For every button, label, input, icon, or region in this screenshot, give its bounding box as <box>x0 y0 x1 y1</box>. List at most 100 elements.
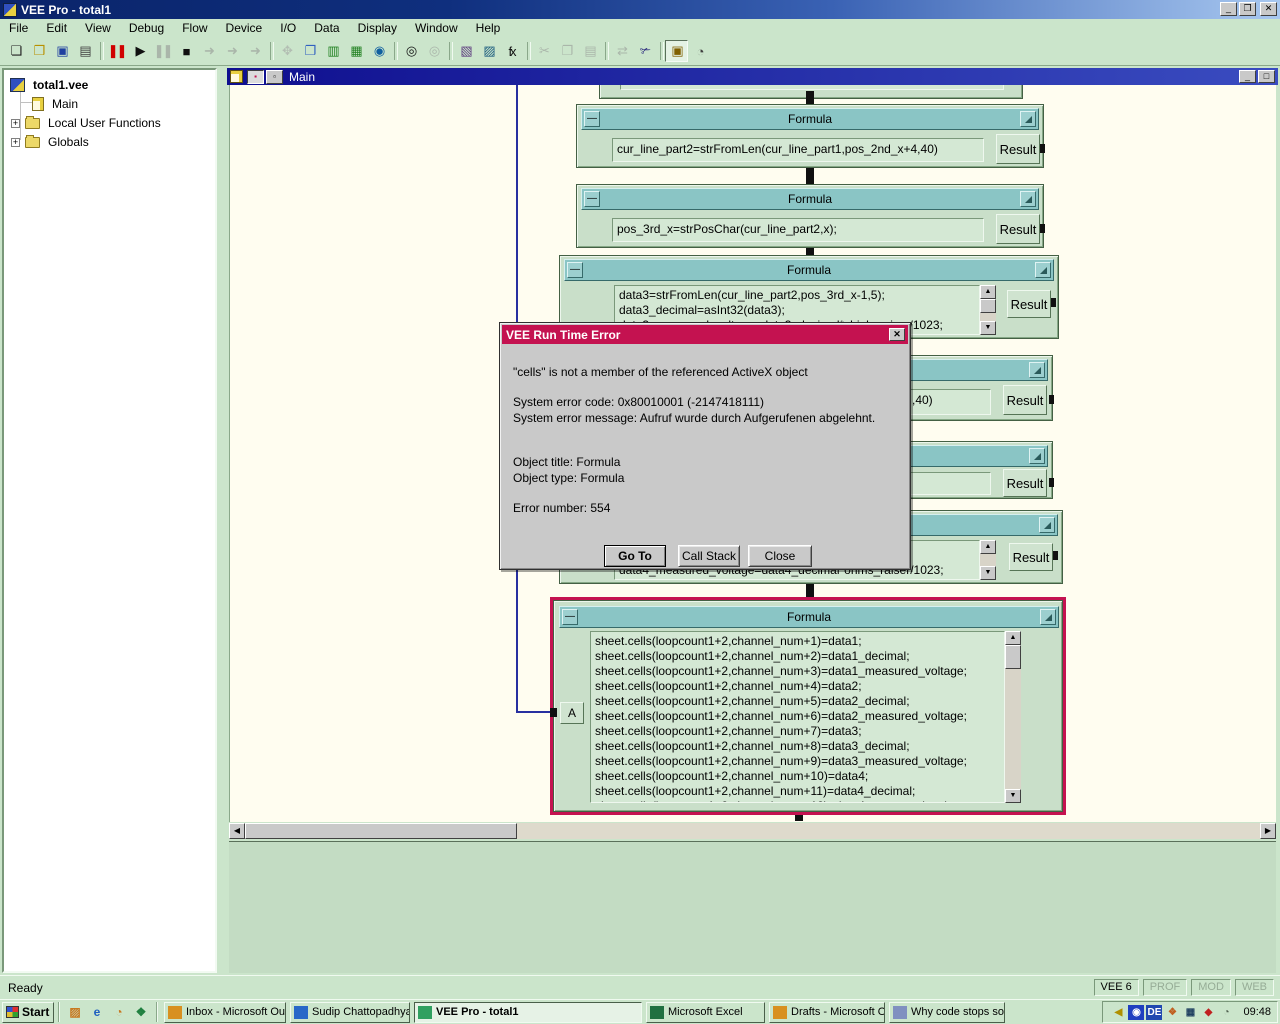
formula-titlebar[interactable]: Formula — <box>581 188 1039 210</box>
menu-item[interactable]: I/O <box>271 19 305 37</box>
scroll-up-icon[interactable]: ▲ <box>980 285 996 299</box>
network-icon[interactable]: ❖ <box>1164 1005 1180 1020</box>
pan-hand-icon[interactable]: ✥ <box>275 40 298 62</box>
detail-view-button[interactable]: ▪ <box>247 70 264 84</box>
delete-objects-icon[interactable]: ✃ <box>633 40 656 62</box>
properties-icon[interactable]: ▧ <box>454 40 477 62</box>
formula-titlebar[interactable]: Formula — <box>581 108 1039 130</box>
start-button[interactable]: Start <box>2 1002 54 1023</box>
scroll-down-icon[interactable]: ▼ <box>1005 789 1021 803</box>
scroll-thumb[interactable] <box>245 823 517 839</box>
tree-item-main[interactable]: Main <box>32 95 78 113</box>
function-builder-icon[interactable]: fx <box>500 40 523 62</box>
run-icon[interactable]: ▶ <box>128 40 151 62</box>
program-canvas[interactable]: Formula — cur_line_part2=strFromLen(cur_… <box>229 85 1276 822</box>
canvas-horizontal-scrollbar[interactable]: ◀ ▶ <box>229 823 1276 839</box>
mdi-maximize-button[interactable]: □ <box>1258 70 1275 83</box>
stop-icon[interactable]: ■ <box>174 40 197 62</box>
formula-box-sheet-cells[interactable]: Formula — A sheet.cells(loopcount1+2,cha… <box>553 600 1063 812</box>
step-over-icon[interactable]: ➜ <box>220 40 243 62</box>
scheduler-icon[interactable]: ▦ <box>1182 1005 1198 1020</box>
clock-quicklaunch-icon[interactable]: ◔ <box>110 1003 128 1021</box>
scroll-left-icon[interactable]: ◀ <box>229 823 245 839</box>
instrument-manager-icon[interactable]: ▨ <box>477 40 500 62</box>
minimize-box-icon[interactable]: — <box>584 111 600 127</box>
timer-icon[interactable]: ◔ <box>688 40 711 62</box>
dialog-close-icon[interactable]: ✕ <box>889 328 905 341</box>
step-out-icon[interactable]: ➜ <box>243 40 266 62</box>
scroll-down-icon[interactable]: ▼ <box>980 566 996 580</box>
outlook-quicklaunch-icon[interactable]: ▨ <box>66 1003 84 1021</box>
tree-root[interactable]: total1.vee <box>10 76 88 94</box>
print-icon[interactable]: ▤ <box>73 40 96 62</box>
close-button[interactable]: ✕ <box>1260 2 1277 16</box>
ie-quicklaunch-icon[interactable]: e <box>88 1003 106 1021</box>
vertical-scrollbar[interactable]: ▲ ▼ <box>980 285 996 335</box>
language-indicator-de[interactable]: DE <box>1146 1005 1162 1020</box>
scroll-thumb[interactable] <box>980 299 996 313</box>
task-button[interactable]: Drafts - Microsoft Outlook <box>769 1002 885 1023</box>
input-terminal-a[interactable]: A <box>560 702 584 724</box>
resize-box-icon[interactable] <box>1039 517 1055 533</box>
io-config-icon[interactable]: ▥ <box>321 40 344 62</box>
tree-item-globals[interactable]: + Globals <box>11 133 89 151</box>
result-terminal[interactable]: Result <box>1003 385 1047 415</box>
pause-icon[interactable]: ❚❚ <box>151 40 174 62</box>
task-button[interactable]: Why code stops someti... <box>889 1002 1005 1023</box>
formula-code-area[interactable]: sheet.cells(loopcount1+2,channel_num+1)=… <box>590 631 1005 803</box>
result-terminal[interactable]: Result <box>996 214 1040 244</box>
halt-icon[interactable]: ❚❚ <box>105 40 128 62</box>
panel-view-button[interactable]: ▫ <box>266 70 283 84</box>
io-device-icon[interactable]: ▦ <box>344 40 367 62</box>
task-button[interactable]: Microsoft Excel <box>646 1002 765 1023</box>
menu-item[interactable]: Flow <box>173 19 216 37</box>
close-button[interactable]: Close <box>748 545 812 567</box>
av-monitor-icon[interactable]: ◉ <box>1128 1005 1144 1020</box>
step-into-icon[interactable]: ➜ <box>197 40 220 62</box>
formula-box-cur-line-part2[interactable]: Formula — cur_line_part2=strFromLen(cur_… <box>576 104 1044 168</box>
result-terminal[interactable]: Result <box>1007 290 1051 318</box>
find-icon[interactable]: ◎ <box>399 40 422 62</box>
formula-box-pos-3rd-x[interactable]: Formula — pos_3rd_x=strPosChar(cur_line_… <box>576 184 1044 248</box>
result-terminal[interactable]: Result <box>996 134 1040 164</box>
tree-item-local-user-functions[interactable]: + Local User Functions <box>11 114 161 132</box>
volume-icon[interactable]: ◀ <box>1110 1005 1126 1020</box>
resize-box-icon[interactable] <box>1035 262 1051 278</box>
formula-titlebar[interactable]: Formula — <box>559 606 1059 628</box>
formula-expression-field[interactable]: pos_3rd_x=strPosChar(cur_line_part2,x); <box>612 218 984 242</box>
minimize-box-icon[interactable]: — <box>584 191 600 207</box>
task-button[interactable]: Sudip Chattopadhyay (... <box>290 1002 410 1023</box>
formula-titlebar[interactable]: Formula — <box>564 259 1054 281</box>
minimize-box-icon[interactable]: — <box>567 262 583 278</box>
menu-item[interactable]: Data <box>305 19 348 37</box>
vertical-scrollbar[interactable]: ▲ ▼ <box>980 540 996 580</box>
vertical-scrollbar[interactable]: ▲ ▼ <box>1005 631 1021 803</box>
formula-expression-field[interactable]: cur_line_part2=strFromLen(cur_line_part1… <box>612 138 984 162</box>
cut-icon[interactable]: ✂ <box>532 40 555 62</box>
call-stack-button[interactable]: Call Stack <box>678 545 740 567</box>
reorder-icon[interactable]: ⇄ <box>610 40 633 62</box>
minimize-box-icon[interactable]: — <box>562 609 578 625</box>
mdi-minimize-button[interactable]: _ <box>1239 70 1256 83</box>
task-button[interactable]: VEE Pro - total1 <box>414 1002 642 1023</box>
scroll-track[interactable] <box>517 823 1260 839</box>
result-terminal[interactable]: Result <box>1003 469 1047 497</box>
menu-item[interactable]: Edit <box>37 19 76 37</box>
resize-box-icon[interactable] <box>1020 191 1036 207</box>
resize-box-icon[interactable] <box>1029 448 1045 464</box>
expander-plus-icon[interactable]: + <box>11 138 20 147</box>
formula-expression-field[interactable] <box>620 85 1004 90</box>
resize-box-icon[interactable] <box>1020 111 1036 127</box>
save-icon[interactable]: ▣ <box>50 40 73 62</box>
menu-item[interactable]: Help <box>467 19 510 37</box>
paste-icon[interactable]: ▤ <box>578 40 601 62</box>
open-file-icon[interactable]: ❒ <box>27 40 50 62</box>
result-terminal[interactable]: Result <box>1009 543 1053 571</box>
find-next-icon[interactable]: ◎ <box>422 40 445 62</box>
restore-button[interactable]: ❐ <box>1239 2 1256 16</box>
scroll-right-icon[interactable]: ▶ <box>1260 823 1276 839</box>
web-icon[interactable]: ◉ <box>367 40 390 62</box>
expander-plus-icon[interactable]: + <box>11 119 20 128</box>
resize-box-icon[interactable] <box>1040 609 1056 625</box>
menu-item[interactable]: Window <box>406 19 467 37</box>
